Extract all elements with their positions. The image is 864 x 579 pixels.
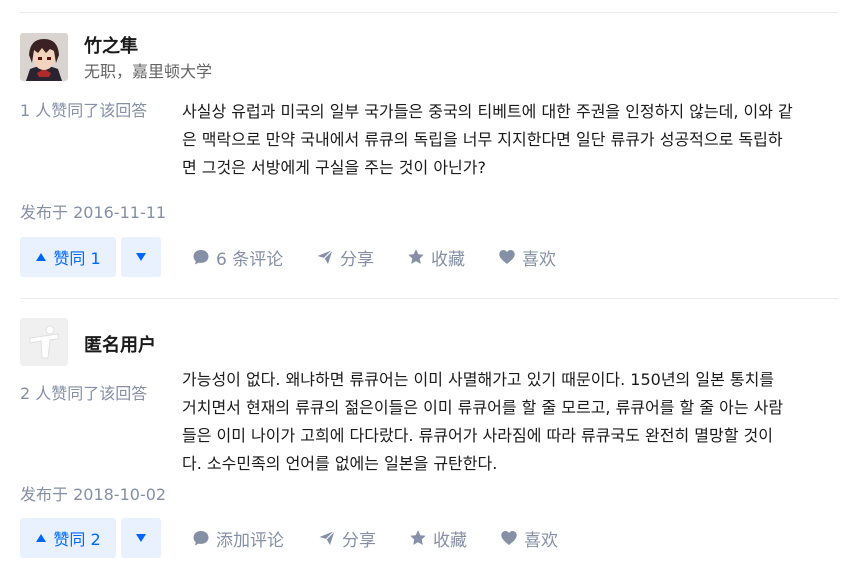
triangle-down-icon [136, 534, 146, 542]
vote-count-text: 2 人赞同了该回答 [20, 384, 148, 403]
comment-bubble-icon [193, 250, 209, 265]
comment-bubble-icon [193, 531, 209, 546]
answer-divider [20, 298, 838, 299]
anonymous-avatar-icon [20, 318, 68, 366]
vote-count-text: 1 人赞同了该回答 [20, 101, 148, 120]
like-label: 喜欢 [522, 249, 556, 270]
comment-label: 添加评论 [216, 530, 284, 551]
action-bar: 赞同 2 添加评论 分享 收藏 喜欢 [20, 518, 840, 558]
like-button[interactable]: 喜欢 [498, 237, 556, 277]
publish-time[interactable]: 发布于 2018-10-02 [20, 481, 166, 505]
share-plane-icon [319, 530, 335, 545]
author-name: 匿名用户 [84, 335, 156, 356]
comment-button[interactable]: 6 条评论 [192, 237, 283, 277]
like-button[interactable]: 喜欢 [500, 518, 558, 558]
content-line: 은 맥락으로 만약 국내에서 류큐의 독립을 너무 지지한다면 일단 류큐가 성… [182, 130, 783, 149]
share-button[interactable]: 分享 [318, 518, 376, 558]
heart-icon [499, 250, 515, 264]
triangle-up-icon [36, 253, 47, 261]
vote-up-button[interactable]: 赞同 2 [20, 518, 116, 558]
content-line: 다. 소수민족의 언어를 없에는 일본을 규탄한다. [182, 454, 498, 473]
avatar[interactable] [20, 33, 68, 81]
share-label: 分享 [342, 530, 376, 551]
answer-content: 가능성이 없다. 왜냐하면 류큐어는 이미 사멸해가고 있기 때문이다. 150… [182, 366, 858, 476]
heart-icon [501, 531, 517, 545]
author-name[interactable]: 竹之隼 [84, 32, 138, 58]
anime-avatar-icon [20, 33, 68, 81]
share-button[interactable]: 分享 [316, 237, 374, 277]
vote-up-button[interactable]: 赞同 1 [20, 237, 116, 277]
collect-button[interactable]: 收藏 [409, 518, 467, 558]
content-line: 거치면서 현재의 류큐의 젊은이들은 이미 류큐어를 할 줄 모르고, 류큐어를… [182, 398, 784, 417]
comment-button[interactable]: 添加评论 [192, 518, 284, 558]
top-divider [20, 12, 838, 13]
action-bar: 赞同 1 6 条评论 分享 收藏 喜欢 [20, 237, 840, 277]
content-line: 가능성이 없다. 왜냐하면 류큐어는 이미 사멸해가고 있기 때문이다. 150… [182, 370, 775, 389]
collect-label: 收藏 [431, 249, 465, 270]
share-label: 分享 [340, 249, 374, 270]
content-line: 들은 이미 나이가 고희에 다다랐다. 류큐어가 사라짐에 따라 류큐국도 완전… [182, 426, 773, 445]
answer-content: 사실상 유럽과 미국의 일부 국가들은 중국의 티베트에 대한 주권을 인정하지… [182, 98, 858, 182]
triangle-up-icon [36, 534, 47, 542]
author-headline: 无职，嘉里顿大学 [84, 62, 213, 81]
comment-label: 6 条评论 [216, 249, 284, 270]
star-icon [408, 249, 424, 264]
star-icon [410, 530, 426, 545]
triangle-down-icon [136, 253, 146, 261]
share-plane-icon [317, 249, 333, 264]
avatar[interactable] [20, 318, 68, 366]
like-label: 喜欢 [524, 530, 558, 551]
publish-time[interactable]: 发布于 2016-11-11 [20, 199, 166, 223]
content-line: 사실상 유럽과 미국의 일부 국가들은 중국의 티베트에 대한 주권을 인정하지… [182, 102, 793, 121]
vote-up-label: 赞同 2 [53, 530, 101, 549]
vote-down-button[interactable] [121, 237, 161, 277]
vote-up-label: 赞同 1 [53, 249, 101, 268]
vote-down-button[interactable] [121, 518, 161, 558]
collect-label: 收藏 [433, 530, 467, 551]
content-line: 면 그것은 서방에게 구실을 주는 것이 아닌가? [182, 158, 486, 177]
collect-button[interactable]: 收藏 [407, 237, 465, 277]
